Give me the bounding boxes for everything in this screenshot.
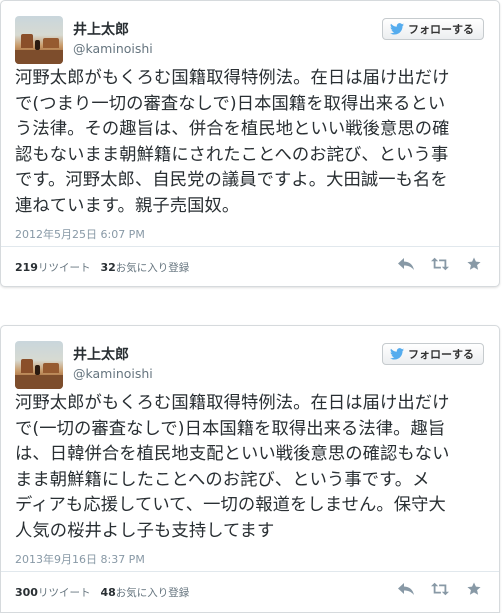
tweet-card: 井上太郎 @kaminoishi フォローする 河野太郎がもくろむ国籍取得特例法… (0, 325, 500, 613)
favorite-label: お気に入り登録 (115, 587, 190, 599)
retweet-count: 300 (15, 586, 38, 599)
user-name[interactable]: 井上太郎 (73, 19, 129, 39)
twitter-bird-icon (390, 348, 404, 360)
tweet-line: まま朝鮮籍にしたことへのお詫び、という事です。メ (15, 469, 430, 490)
tweet-actions (397, 582, 483, 596)
divider (1, 246, 499, 247)
follow-button[interactable]: フォローする (382, 18, 484, 40)
retweet-stat[interactable]: 219リツイート (15, 260, 90, 275)
tweet-text: 河野太郎がもくろむ国籍取得特例法。在日は届け出だけ で(一切の審査なしで)日本国… (15, 391, 489, 544)
favorite-label: お気に入り登録 (115, 262, 190, 274)
favorite-stat[interactable]: 32お気に入り登録 (100, 260, 189, 275)
tweet-line: 連ねています。親子売国奴。 (15, 195, 240, 216)
retweet-stat[interactable]: 300リツイート (15, 585, 90, 600)
favorite-stat[interactable]: 48お気に入り登録 (100, 585, 189, 600)
user-name[interactable]: 井上太郎 (73, 344, 129, 364)
tweet-line: 人気の桜井よし子も支持してます (15, 520, 275, 541)
twitter-bird-icon (390, 23, 404, 35)
tweet-line: で(一切の審査なしで)日本国籍を取得出来る法律。趣旨 (15, 418, 446, 439)
tweet-line: は、日韓併合を植民地支配といい戦後意思の確認もない (15, 444, 450, 464)
tweet-line: 河野太郎がもくろむ国籍取得特例法。在日は届け出だけ (15, 68, 450, 88)
tweet-actions (397, 257, 483, 271)
favorite-count: 32 (100, 261, 116, 274)
divider (1, 571, 499, 572)
tweet-line: 認もないまま朝鮮籍にされたことへのお詫び、という事 (15, 144, 449, 165)
tweet-card: 井上太郎 @kaminoishi フォローする 河野太郎がもくろむ国籍取得特例法… (0, 0, 500, 287)
tweet-text: 河野太郎がもくろむ国籍取得特例法。在日は届け出だけ で(つまり一切の審査なしで)… (15, 66, 489, 219)
tweet-timestamp[interactable]: 2013年9月16日 8:37 PM (15, 551, 145, 567)
tweet-stats: 300リツイート 48お気に入り登録 (15, 585, 189, 600)
tweet-line: ディアも応援していて、一切の報道をしません。保守大 (15, 495, 446, 515)
user-handle[interactable]: @kaminoishi (73, 41, 153, 56)
retweet-icon[interactable] (431, 582, 449, 596)
retweet-count: 219 (15, 261, 38, 274)
tweet-line: 河野太郎がもくろむ国籍取得特例法。在日は届け出だけ (15, 393, 450, 413)
star-icon[interactable] (465, 582, 483, 596)
tweet-stats: 219リツイート 32お気に入り登録 (15, 260, 189, 275)
retweet-label: リツイート (37, 587, 91, 599)
reply-icon[interactable] (397, 257, 415, 271)
tweet-line: で(つまり一切の審査なしで)日本国籍を取得出来るとい (15, 93, 446, 114)
follow-label: フォローする (408, 23, 474, 36)
tweet-line: です。河野太郎、自民党の議員ですよ。大田誠一も名を (15, 170, 448, 190)
avatar[interactable] (15, 341, 63, 389)
tweet-line: う法律。その趣旨は、併合を植民地といい戦後意思の確 (15, 119, 450, 139)
reply-icon[interactable] (397, 582, 415, 596)
user-handle[interactable]: @kaminoishi (73, 366, 153, 381)
tweet-timestamp[interactable]: 2012年5月25日 6:07 PM (15, 226, 145, 242)
avatar[interactable] (15, 16, 63, 64)
follow-button[interactable]: フォローする (382, 343, 484, 365)
retweet-label: リツイート (37, 262, 91, 274)
favorite-count: 48 (100, 586, 116, 599)
star-icon[interactable] (465, 257, 483, 271)
follow-label: フォローする (408, 348, 474, 361)
retweet-icon[interactable] (431, 257, 449, 271)
